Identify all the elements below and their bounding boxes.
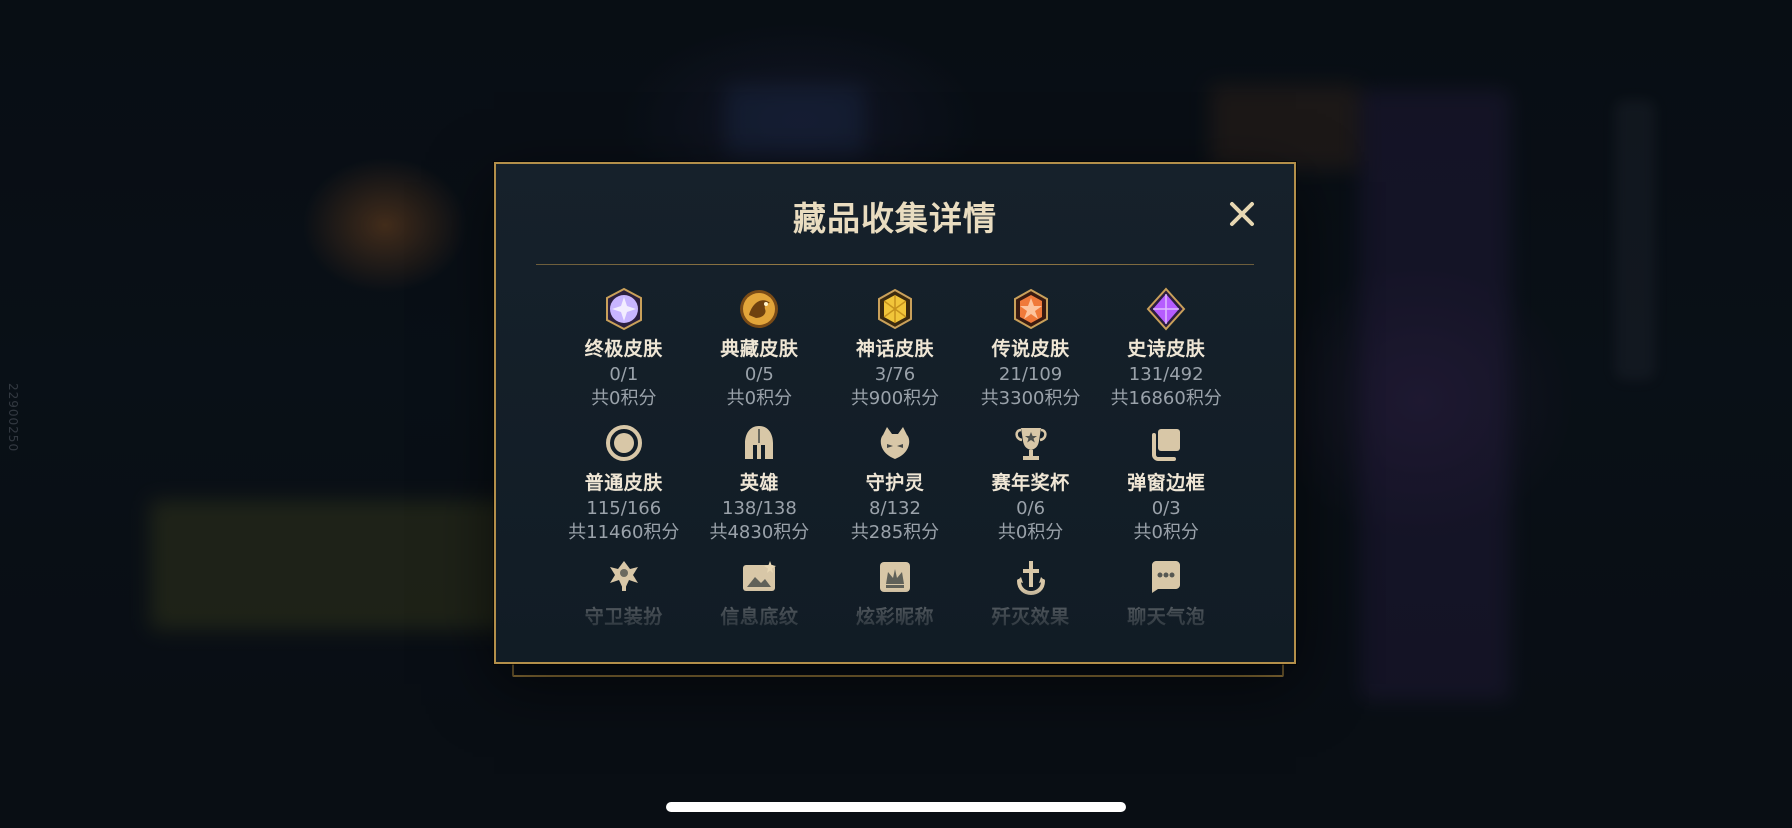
item-points: 共16860积分 bbox=[1110, 388, 1222, 409]
collection-item-champions[interactable]: 英雄 138/138 共4830积分 bbox=[692, 420, 828, 544]
item-count: 8/132 bbox=[869, 498, 921, 519]
collection-item-mythic-skins[interactable]: 神话皮肤 3/76 共900积分 bbox=[827, 286, 963, 410]
item-name: 终极皮肤 bbox=[584, 338, 663, 360]
item-points: 共0积分 bbox=[1133, 522, 1199, 543]
item-count: 21/109 bbox=[998, 364, 1063, 385]
close-button[interactable] bbox=[1222, 194, 1262, 234]
collection-item-ward-skins[interactable]: 守卫装扮 bbox=[556, 554, 692, 662]
collection-item-popup-frames[interactable]: 弹窗边框 0/3 共0积分 bbox=[1098, 420, 1234, 544]
item-name: 普通皮肤 bbox=[584, 472, 663, 494]
item-name: 典藏皮肤 bbox=[720, 338, 799, 360]
collection-item-chat-bubbles[interactable]: 聊天气泡 bbox=[1098, 554, 1234, 662]
item-name: 史诗皮肤 bbox=[1127, 338, 1206, 360]
close-icon bbox=[1230, 202, 1254, 226]
season-trophy-icon bbox=[1008, 420, 1054, 466]
info-banner-icon bbox=[736, 554, 782, 600]
item-points: 共3300积分 bbox=[980, 388, 1081, 409]
guardian-pet-icon bbox=[872, 420, 918, 466]
collection-item-guardians[interactable]: 守护灵 8/132 共285积分 bbox=[827, 420, 963, 544]
item-count: 131/492 bbox=[1128, 364, 1204, 385]
item-points: 共900积分 bbox=[850, 388, 940, 409]
chat-bubble-icon bbox=[1143, 554, 1189, 600]
item-count: 0/3 bbox=[1151, 498, 1181, 519]
item-name: 神话皮肤 bbox=[855, 338, 934, 360]
item-points: 共4830积分 bbox=[709, 522, 810, 543]
item-points: 共11460积分 bbox=[568, 522, 680, 543]
collection-grid: 终极皮肤 0/1 共0积分 典藏皮肤 0/5 共0积分 神话皮肤 3/76 共9… bbox=[556, 286, 1234, 662]
home-indicator[interactable] bbox=[666, 802, 1126, 812]
mythic-skin-icon bbox=[872, 286, 918, 332]
item-name: 歼灭效果 bbox=[991, 606, 1070, 628]
popup-frame-icon bbox=[1143, 420, 1189, 466]
item-name: 赛年奖杯 bbox=[991, 472, 1070, 494]
collection-item-ace-effects[interactable]: 歼灭效果 bbox=[963, 554, 1099, 662]
item-points: 共0积分 bbox=[591, 388, 657, 409]
colorful-name-icon bbox=[872, 554, 918, 600]
item-count: 115/166 bbox=[586, 498, 662, 519]
item-points: 共0积分 bbox=[997, 522, 1064, 543]
collection-item-ultimate-skins[interactable]: 终极皮肤 0/1 共0积分 bbox=[556, 286, 692, 410]
collection-item-season-trophies[interactable]: 赛年奖杯 0/6 共0积分 bbox=[963, 420, 1099, 544]
collection-item-colorful-names[interactable]: 炫彩昵称 bbox=[827, 554, 963, 662]
item-count: 0/6 bbox=[1016, 498, 1046, 519]
collection-item-legendary-skins[interactable]: 传说皮肤 21/109 共3300积分 bbox=[963, 286, 1099, 410]
item-count: 0/5 bbox=[744, 364, 774, 385]
item-name: 聊天气泡 bbox=[1127, 606, 1206, 628]
ward-skin-icon bbox=[601, 554, 647, 600]
epic-skin-icon bbox=[1143, 286, 1189, 332]
collection-item-standard-skins[interactable]: 普通皮肤 115/166 共11460积分 bbox=[556, 420, 692, 544]
collection-item-epic-skins[interactable]: 史诗皮肤 131/492 共16860积分 bbox=[1098, 286, 1234, 410]
ultimate-skin-icon bbox=[601, 286, 647, 332]
collection-details-modal: 藏品收集详情 终极皮肤 0/1 共0积分 典藏皮肤 0/5 共0积分 神话皮肤 … bbox=[494, 162, 1296, 664]
item-name: 弹窗边框 bbox=[1127, 472, 1206, 494]
item-count: 3/76 bbox=[874, 364, 916, 385]
item-count: 0/1 bbox=[609, 364, 639, 385]
item-name: 信息底纹 bbox=[720, 606, 799, 628]
legendary-skin-icon bbox=[1008, 286, 1054, 332]
collection-item-info-banners[interactable]: 信息底纹 bbox=[692, 554, 828, 662]
item-name: 守护灵 bbox=[865, 472, 925, 494]
champion-helmet-icon bbox=[736, 420, 782, 466]
item-name: 炫彩昵称 bbox=[855, 606, 934, 628]
standard-skin-icon bbox=[601, 420, 647, 466]
ace-effect-icon bbox=[1008, 554, 1054, 600]
prestige-skin-icon bbox=[736, 286, 782, 332]
title-divider bbox=[536, 264, 1254, 265]
item-name: 传说皮肤 bbox=[991, 338, 1070, 360]
item-name: 守卫装扮 bbox=[584, 606, 663, 628]
item-points: 共285积分 bbox=[850, 522, 940, 543]
collection-item-prestige-skins[interactable]: 典藏皮肤 0/5 共0积分 bbox=[692, 286, 828, 410]
item-name: 英雄 bbox=[739, 472, 779, 494]
item-points: 共0积分 bbox=[726, 388, 793, 409]
item-count: 138/138 bbox=[722, 498, 797, 519]
modal-title: 藏品收集详情 bbox=[793, 199, 997, 238]
